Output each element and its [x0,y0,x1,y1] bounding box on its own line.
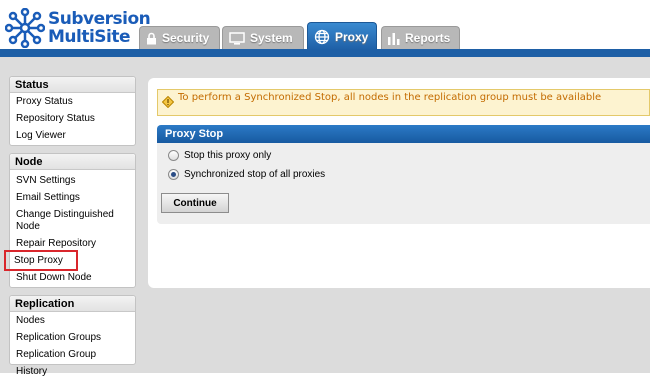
sidebar-heading-node: Node [10,154,135,170]
content-area: Status Proxy Status Repository Status Lo… [0,64,650,377]
sidebar-item-replication-group-history[interactable]: Replication Group History [10,346,135,377]
tab-reports[interactable]: Reports [381,26,460,49]
bar-chart-icon [388,32,400,45]
option-synchronized-stop-label: Synchronized stop of all proxies [184,169,326,180]
header-divider [0,57,650,64]
header-bar [0,49,650,57]
sidebar-item-proxy-status[interactable]: Proxy Status [10,93,135,110]
warning-banner: To perform a Synchronized Stop, all node… [157,89,650,116]
sidebar-item-log-viewer[interactable]: Log Viewer [10,127,135,144]
sidebar-panel-replication: Replication Nodes Replication Groups Rep… [9,295,136,377]
lock-icon [147,32,156,44]
tab-system[interactable]: System [222,26,304,49]
tab-system-label: System [250,31,293,45]
sidebar-item-svn-settings[interactable]: SVN Settings [10,172,135,189]
tab-reports-label: Reports [405,31,451,45]
proxy-stop-box: Proxy Stop Stop this proxy only Synchron… [157,125,650,224]
option-synchronized-stop[interactable]: Synchronized stop of all proxies [168,169,325,180]
tab-proxy-label: Proxy [335,29,369,44]
radio-stop-this-proxy[interactable] [168,150,179,161]
sidebar-node-list: SVN Settings Email Settings Change Disti… [4,170,135,286]
main-panel: To perform a Synchronized Stop, all node… [148,78,650,288]
header: Subversion MultiSite Security System Pro… [0,0,650,64]
logo-line-1: Subversion [48,9,151,29]
sidebar-item-email-settings[interactable]: Email Settings [10,189,135,206]
logo: Subversion MultiSite [5,6,151,50]
sidebar-panel-status: Status Proxy Status Repository Status Lo… [9,76,136,146]
logo-line-2: MultiSite [48,27,131,47]
sidebar-item-repair-repository[interactable]: Repair Repository [10,235,135,252]
sidebar-item-replication-groups[interactable]: Replication Groups [10,329,135,346]
sidebar-item-stop-proxy[interactable]: Stop Proxy [4,250,78,271]
globe-icon [314,29,330,44]
warning-icon [162,96,174,108]
network-logo-icon [5,8,45,48]
monitor-icon [229,31,245,45]
proxy-stop-title: Proxy Stop [157,125,650,143]
sidebar-heading-status: Status [10,77,135,93]
tab-security-label: Security [162,31,210,45]
tab-proxy[interactable]: Proxy [307,22,377,50]
continue-button[interactable]: Continue [161,193,229,213]
warning-text: To perform a Synchronized Stop, all node… [178,92,602,103]
tab-security[interactable]: Security [139,26,220,49]
option-stop-this-proxy-label: Stop this proxy only [184,150,272,161]
sidebar-panel-node: Node SVN Settings Email Settings Change … [4,153,136,288]
option-stop-this-proxy[interactable]: Stop this proxy only [168,150,271,161]
sidebar-item-nodes[interactable]: Nodes [10,312,135,329]
sidebar-item-shut-down-node[interactable]: Shut Down Node [10,269,135,286]
radio-synchronized-stop[interactable] [168,169,179,180]
sidebar-item-repository-status[interactable]: Repository Status [10,110,135,127]
sidebar-heading-replication: Replication [10,296,135,312]
sidebar-item-change-distinguished-node[interactable]: Change Distinguished Node [10,206,135,235]
logo-text: Subversion MultiSite [48,9,151,47]
